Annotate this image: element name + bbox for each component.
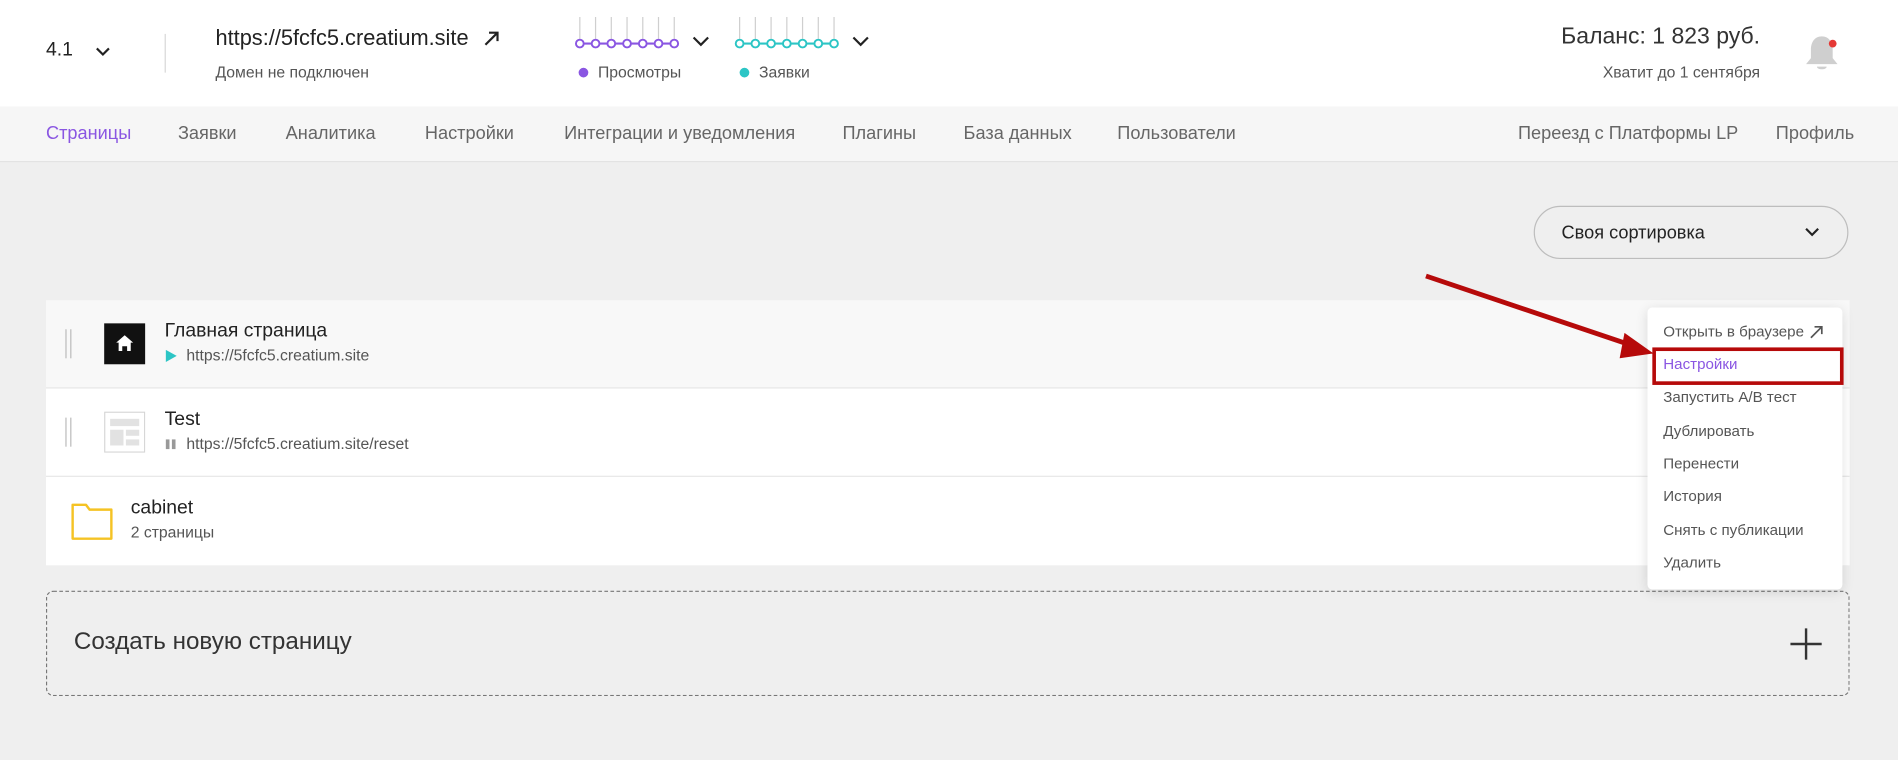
create-page-label: Создать новую страницу <box>73 628 352 655</box>
views-sparkline[interactable] <box>574 15 717 56</box>
menu-duplicate[interactable]: Дублировать <box>1663 422 1754 439</box>
sort-dropdown[interactable]: Своя сортировка <box>1533 205 1849 260</box>
external-link-icon <box>1810 325 1824 338</box>
nav-profile[interactable]: Профиль <box>1776 123 1854 144</box>
page-url[interactable]: https://5fcfc5.creatium.site <box>165 346 370 365</box>
home-icon <box>104 323 146 365</box>
chevron-down-icon <box>692 36 709 47</box>
menu-item-label: Открыть в браузере <box>1663 323 1805 341</box>
leads-legend-label: Заявки <box>758 62 810 82</box>
site-url-text: https://5fcfc5.creatium.site <box>215 25 469 50</box>
main-nav: Страницы Заявки Аналитика Настройки Инте… <box>0 106 1898 163</box>
nav-plugins[interactable]: Плагины <box>843 123 917 144</box>
annotation-arrow-icon <box>1425 273 1654 359</box>
leads-sparkline-graphic <box>734 16 869 49</box>
drag-handle[interactable] <box>65 417 72 447</box>
nav-settings[interactable]: Настройки <box>425 123 514 144</box>
views-legend-dot <box>578 67 589 77</box>
nav-analytics[interactable]: Аналитика <box>286 123 376 144</box>
menu-open-in-browser[interactable]: Открыть в браузере <box>1663 323 1824 341</box>
external-link-icon <box>484 30 499 45</box>
settings-highlight-box <box>1652 347 1844 385</box>
domain-status: Домен не подключен <box>215 62 369 82</box>
nav-migration[interactable]: Переезд с Платформы LP <box>1518 123 1738 144</box>
page: 4.1 https://5fcfc5.creatium.site Домен н… <box>0 0 1898 760</box>
page-url-text: https://5fcfc5.creatium.site/reset <box>186 434 409 453</box>
views-sparkline-graphic <box>574 16 709 49</box>
folder-title[interactable]: cabinet <box>131 498 193 520</box>
folder-count: 2 страницы <box>130 522 215 542</box>
notification-dot <box>1828 39 1837 48</box>
header-divider <box>164 33 166 73</box>
version-label: 4.1 <box>45 39 73 61</box>
balance[interactable]: Баланс: 1 823 руб. <box>1561 24 1760 51</box>
menu-ab-test[interactable]: Запустить A/B тест <box>1663 389 1796 406</box>
page-title[interactable]: Главная страница <box>165 321 328 343</box>
menu-delete[interactable]: Удалить <box>1663 554 1721 571</box>
nav-pages[interactable]: Страницы <box>46 123 131 144</box>
nav-users[interactable]: Пользователи <box>1117 123 1236 144</box>
chevron-down-icon <box>96 47 111 57</box>
folder-icon <box>71 503 113 540</box>
play-icon <box>165 349 177 362</box>
page-url-text: https://5fcfc5.creatium.site <box>186 346 370 365</box>
header: 4.1 https://5fcfc5.creatium.site Домен н… <box>0 0 1898 107</box>
chevron-down-icon <box>1805 228 1819 237</box>
menu-unpublish[interactable]: Снять с публикации <box>1663 522 1803 539</box>
list-item-folder[interactable]: cabinet 2 страницы <box>45 476 1850 566</box>
balance-sub: Хватит до 1 сентября <box>1602 62 1761 82</box>
canvas: 4.1 https://5fcfc5.creatium.site Домен н… <box>0 0 1898 760</box>
page-layout-icon <box>104 411 146 453</box>
sort-label: Своя сортировка <box>1561 222 1705 243</box>
menu-history[interactable]: История <box>1663 488 1722 505</box>
views-legend: Просмотры <box>578 62 682 82</box>
page-title[interactable]: Test <box>165 409 201 431</box>
nav-database[interactable]: База данных <box>964 123 1072 144</box>
nav-integrations[interactable]: Интеграции и уведомления <box>564 123 795 144</box>
chevron-down-icon <box>852 36 869 47</box>
site-url-link[interactable]: https://5fcfc5.creatium.site <box>215 25 500 50</box>
menu-move[interactable]: Перенести <box>1663 455 1739 472</box>
nav-leads[interactable]: Заявки <box>178 123 237 144</box>
leads-legend-dot <box>739 67 750 77</box>
page-url[interactable]: https://5fcfc5.creatium.site/reset <box>165 435 409 453</box>
views-legend-label: Просмотры <box>597 62 682 82</box>
plus-icon <box>1790 628 1822 660</box>
bell-icon[interactable] <box>1802 31 1841 72</box>
leads-legend: Заявки <box>739 62 810 82</box>
pause-icon <box>165 438 176 449</box>
leads-sparkline[interactable] <box>734 15 877 56</box>
drag-handle[interactable] <box>65 329 72 359</box>
list-item[interactable]: Test https://5fcfc5.creatium.site/reset <box>45 388 1850 477</box>
version-selector[interactable]: 4.1 <box>46 40 112 62</box>
create-page-button[interactable]: Создать новую страницу <box>45 590 1850 697</box>
